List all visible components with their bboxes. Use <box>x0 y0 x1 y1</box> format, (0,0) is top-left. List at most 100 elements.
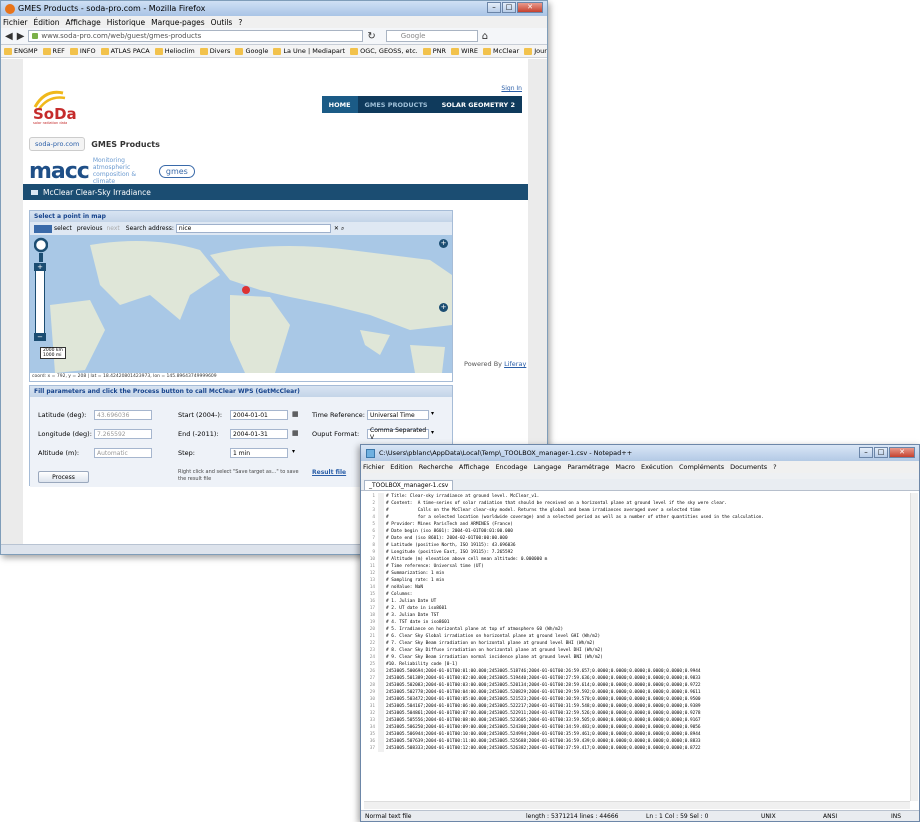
nav-home[interactable]: HOME <box>321 96 358 113</box>
horizontal-scrollbar[interactable] <box>364 801 910 809</box>
text-line[interactable]: 14 # noValue: NaN <box>364 584 918 591</box>
zoom-in-icon[interactable]: + <box>34 263 46 271</box>
previous-button[interactable]: previous <box>77 225 103 232</box>
bookmark-item[interactable]: OGC, GEOSS, etc. <box>350 47 418 55</box>
text-line[interactable]: 12 # Summarization: 1 min <box>364 570 918 577</box>
output-format-select[interactable]: Comma Separated V <box>367 427 429 441</box>
menu-outils[interactable]: Outils <box>211 18 233 27</box>
chevron-down-icon[interactable]: ▾ <box>431 410 434 417</box>
text-line[interactable]: 37 2453005.508333;2004-01-01T00:12:00.000… <box>364 745 918 752</box>
text-line[interactable]: 1 # Title: Clear-sky irradiance at ground… <box>364 493 918 500</box>
search-box[interactable]: Google <box>385 30 478 42</box>
text-line[interactable]: 20 # 5. Irradiance on horizontal plane at… <box>364 626 918 633</box>
menu-affichage[interactable]: Affichage <box>65 18 100 27</box>
menu-macro[interactable]: Macro <box>615 463 635 471</box>
bookmark-item[interactable]: WIRE <box>451 47 478 55</box>
bookmark-item[interactable]: ATLAS PACA <box>101 47 150 55</box>
forward-arrow-icon[interactable]: ▶ <box>17 31 25 42</box>
text-line[interactable]: 13 # Sampling rate: 1 min <box>364 577 918 584</box>
text-line[interactable]: 17 # 2. UT date in iso8601 <box>364 605 918 612</box>
text-line[interactable]: 25 #10. Reliability code [0-1] <box>364 661 918 668</box>
text-line[interactable]: 21 # 6. Clear Sky Global irradiation on h… <box>364 633 918 640</box>
text-line[interactable]: 29 2453005.502778;2004-01-01T00:04:00.000… <box>364 689 918 696</box>
close-button[interactable]: ✕ <box>517 2 543 13</box>
text-editor[interactable]: 1 # Title: Clear-sky irradiance at ground… <box>364 493 918 801</box>
map-canvas[interactable] <box>30 235 452 373</box>
home-icon[interactable]: ⌂ <box>482 31 488 42</box>
text-line[interactable]: 30 2453005.503472;2004-01-01T00:05:00.000… <box>364 696 918 703</box>
text-line[interactable]: 2 # Content: A time-series of solar radia… <box>364 500 918 507</box>
text-line[interactable]: 35 2453005.506944;2004-01-01T00:10:00.000… <box>364 731 918 738</box>
search-icon[interactable]: ⌕ <box>341 225 344 233</box>
menu-help[interactable]: ? <box>238 18 242 27</box>
clear-icon[interactable]: ✕ <box>334 225 339 232</box>
text-line[interactable]: 34 2453005.506250;2004-01-01T00:09:00.000… <box>364 724 918 731</box>
bookmark-item[interactable]: Google <box>235 47 268 55</box>
bookmark-item[interactable]: McClear <box>483 47 519 55</box>
text-line[interactable]: 27 2453005.501389;2004-01-01T00:02:00.000… <box>364 675 918 682</box>
bookmark-item[interactable]: REF <box>43 47 65 55</box>
text-line[interactable]: 23 # 8. Clear Sky Diffuse irradiation on … <box>364 647 918 654</box>
overview-map-icon[interactable]: + <box>439 303 448 312</box>
select-button[interactable] <box>34 224 52 233</box>
text-line[interactable]: 18 # 3. Julian Date TST <box>364 612 918 619</box>
back-arrow-icon[interactable]: ◀ <box>5 31 13 42</box>
bookmark-item[interactable]: PNR <box>423 47 446 55</box>
minimize-button[interactable]: – <box>859 447 873 458</box>
start-date-field[interactable]: 2004-01-01 <box>230 410 288 420</box>
calendar-icon[interactable]: ▦ <box>292 410 299 418</box>
text-line[interactable]: 4 # for a selected location (worldwide co… <box>364 514 918 521</box>
altitude-field[interactable]: Automatic <box>94 448 152 458</box>
nav-solar-geometry[interactable]: SOLAR GEOMETRY 2 <box>435 96 522 113</box>
url-bar[interactable]: www.soda-pro.com/web/guest/gmes-products <box>28 30 364 42</box>
menu-encodage[interactable]: Encodage <box>495 463 527 471</box>
step-select[interactable]: 1 min <box>230 448 288 458</box>
text-line[interactable]: 28 2453005.502083;2004-01-01T00:03:00.000… <box>364 682 918 689</box>
pan-control[interactable] <box>34 237 48 263</box>
end-date-field[interactable]: 2004-01-31 <box>230 429 288 439</box>
text-line[interactable]: 9 # Longitude (positive East, ISO 19115):… <box>364 549 918 556</box>
menu-fichier[interactable]: Fichier <box>363 463 384 471</box>
text-line[interactable]: 7 # Date end (iso 8601): 2004-02-01T00:00… <box>364 535 918 542</box>
maximize-button[interactable]: □ <box>502 2 516 13</box>
text-line[interactable]: 3 # Calls on the McClear clear-sky model.… <box>364 507 918 514</box>
menu-edition[interactable]: Édition <box>34 18 60 27</box>
sign-in-link[interactable]: Sign In <box>501 85 522 92</box>
select-label[interactable]: select <box>54 225 72 232</box>
text-line[interactable]: 16 # 1. Julian Date UT <box>364 598 918 605</box>
vertical-scrollbar[interactable] <box>910 493 918 801</box>
text-line[interactable]: 31 2453005.504167;2004-01-01T00:06:00.000… <box>364 703 918 710</box>
zoom-out-icon[interactable]: − <box>34 333 46 341</box>
reload-icon[interactable]: ↻ <box>367 31 375 42</box>
menu-affichage[interactable]: Affichage <box>459 463 490 471</box>
tab-file[interactable]: _TOOLBOX_manager-1.csv <box>364 480 454 490</box>
text-line[interactable]: 26 2453005.500694;2004-01-01T00:01:00.000… <box>364 668 918 675</box>
chevron-down-icon[interactable]: ▾ <box>431 429 434 436</box>
text-line[interactable]: 15 # Columns: <box>364 591 918 598</box>
zoom-slider[interactable] <box>35 265 45 337</box>
minimize-button[interactable]: – <box>487 2 501 13</box>
text-line[interactable]: 8 # Latitude (positive North, ISO 19115):… <box>364 542 918 549</box>
result-file-link[interactable]: Result file <box>312 469 346 476</box>
chevron-down-icon[interactable]: ▾ <box>292 448 295 455</box>
menu-help[interactable]: ? <box>773 463 776 471</box>
breadcrumb-site[interactable]: soda-pro.com <box>29 137 86 151</box>
latitude-field[interactable]: 43.696036 <box>94 410 152 420</box>
text-line[interactable]: 6 # Date begin (iso 8601): 2004-01-01T00:… <box>364 528 918 535</box>
menu-execution[interactable]: Exécution <box>641 463 673 471</box>
bookmark-item[interactable]: Divers <box>200 47 231 55</box>
menu-recherche[interactable]: Recherche <box>419 463 453 471</box>
process-button[interactable]: Process <box>38 471 89 483</box>
calendar-icon[interactable]: ▦ <box>292 429 299 437</box>
layer-switcher-icon[interactable]: + <box>439 239 448 248</box>
text-line[interactable]: 32 2453005.504861;2004-01-01T00:07:00.000… <box>364 710 918 717</box>
text-line[interactable]: 36 2453005.507639;2004-01-01T00:11:00.000… <box>364 738 918 745</box>
menu-historique[interactable]: Historique <box>107 18 145 27</box>
next-button[interactable]: next <box>106 225 119 232</box>
menu-marque-pages[interactable]: Marque-pages <box>151 18 205 27</box>
close-button[interactable]: ✕ <box>889 447 915 458</box>
menu-parametrage[interactable]: Paramétrage <box>567 463 609 471</box>
world-map[interactable]: + − + + 2000 km 1000 mi <box>30 235 452 373</box>
time-reference-select[interactable]: Universal Time <box>367 410 429 420</box>
text-line[interactable]: 10 # Altitude (m) elevation above cell me… <box>364 556 918 563</box>
